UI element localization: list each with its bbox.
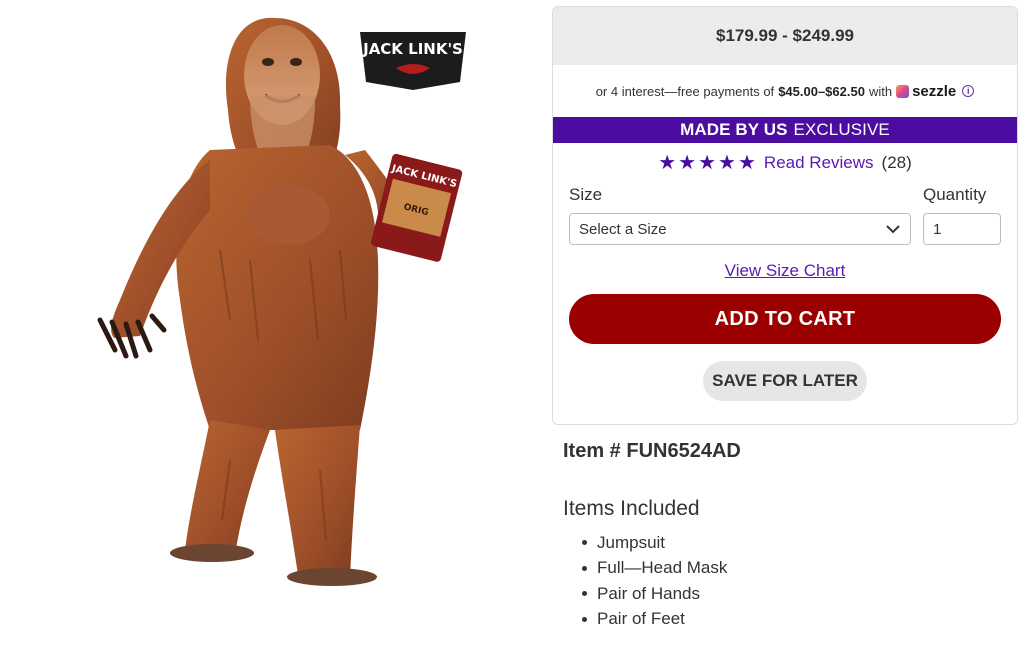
list-item: Pair of Hands xyxy=(582,581,727,607)
quantity-input[interactable] xyxy=(923,213,1001,245)
exclusive-rest: EXCLUSIVE xyxy=(793,120,890,139)
purchase-panel: $179.99 - $249.99 or 4 interest—free pay… xyxy=(552,6,1018,425)
sezzle-logo: sezzle xyxy=(896,83,956,100)
info-icon[interactable]: i xyxy=(962,85,975,97)
list-item: Pair of Feet xyxy=(582,607,727,633)
price-range: $179.99 - $249.99 xyxy=(553,7,1017,65)
star-icon: ★ xyxy=(658,152,677,174)
list-item: Jumpsuit xyxy=(582,530,727,556)
star-rating: ★ ★ ★ ★ ★ xyxy=(658,153,756,173)
item-number: Item # FUN6524AD xyxy=(563,440,741,462)
sezzle-prefix: or 4 interest—free payments of xyxy=(595,83,775,99)
brand-logo-text: JACK LINK'S xyxy=(362,40,463,58)
size-select[interactable]: Select a Size xyxy=(569,213,911,245)
read-reviews-link[interactable]: Read Reviews xyxy=(764,153,874,173)
star-icon: ★ xyxy=(718,152,736,174)
save-row: SAVE FOR LATER xyxy=(553,351,1017,411)
star-icon: ★ xyxy=(678,152,697,174)
sezzle-amount: $45.00–$62.50 xyxy=(778,83,865,99)
sezzle-mark-icon xyxy=(896,84,910,98)
star-icon: ★ xyxy=(698,152,717,174)
field-row: Select a Size xyxy=(553,209,1017,255)
included-items-list: Jumpsuit Full—Head Mask Pair of Hands Pa… xyxy=(582,530,727,632)
items-included-title: Items Included xyxy=(563,497,700,520)
cart-row: ADD TO CART xyxy=(553,287,1017,351)
chevron-down-icon xyxy=(886,225,900,234)
size-chart-row: View Size Chart xyxy=(553,255,1017,287)
field-labels: Size Quantity xyxy=(553,183,1017,209)
sezzle-brand: sezzle xyxy=(912,82,957,100)
size-label: Size xyxy=(569,185,603,204)
exclusive-banner: MADE BY US EXCLUSIVE xyxy=(553,117,1017,143)
brand-logo: JACK LINK'S xyxy=(356,22,470,92)
add-to-cart-button[interactable]: ADD TO CART xyxy=(569,294,1001,344)
sezzle-payment-info: or 4 interest—free payments of $45.00–$6… xyxy=(553,65,1017,117)
review-count: (28) xyxy=(881,153,912,172)
rating-row: ★ ★ ★ ★ ★ Read Reviews (28) xyxy=(553,143,1017,183)
sezzle-with: with xyxy=(868,83,893,99)
quantity-label: Quantity xyxy=(923,185,987,204)
save-for-later-button[interactable]: SAVE FOR LATER xyxy=(703,361,867,401)
exclusive-strong: MADE BY US xyxy=(680,120,788,139)
size-select-value: Select a Size xyxy=(579,220,667,238)
star-icon: ★ xyxy=(737,152,756,174)
list-item: Full—Head Mask xyxy=(582,556,727,582)
view-size-chart-link[interactable]: View Size Chart xyxy=(725,261,846,281)
